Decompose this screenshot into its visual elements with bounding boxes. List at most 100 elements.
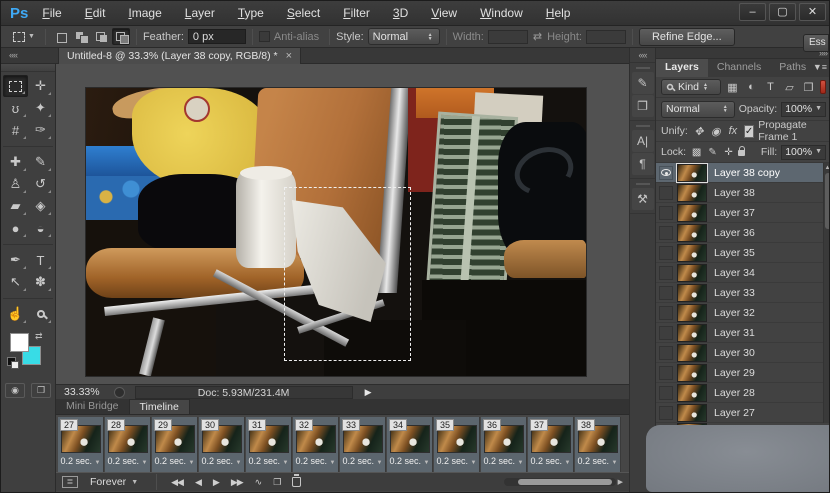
delete-frame-button[interactable] <box>292 477 301 487</box>
eraser-tool[interactable]: ▰ <box>3 195 28 217</box>
panel-menu-icon[interactable]: ▼≡ <box>813 62 827 72</box>
fill-value[interactable]: 100% ▼ <box>781 145 826 160</box>
canvas-area[interactable] <box>56 64 629 384</box>
pen-tool[interactable]: ✒ <box>3 249 28 271</box>
menu-file[interactable]: File <box>42 6 61 20</box>
visibility-toggle[interactable] <box>659 366 673 380</box>
play-button[interactable]: ▶ <box>213 477 219 488</box>
layer-row[interactable]: Layer 36 <box>656 223 830 243</box>
blend-mode-select[interactable]: Normal <box>661 101 735 118</box>
document-tab[interactable]: Untitled-8 @ 33.3% (Layer 38 copy, RGB/8… <box>58 48 301 64</box>
visibility-toggle[interactable] <box>659 286 673 300</box>
layer-row[interactable]: Layer 30 <box>656 343 830 363</box>
anti-alias-checkbox[interactable] <box>259 31 270 42</box>
default-colors-icon[interactable] <box>7 357 16 366</box>
visibility-toggle[interactable] <box>659 306 673 320</box>
layer-row[interactable]: Layer 27 <box>656 403 830 423</box>
paint-bucket-tool[interactable]: ◈ <box>28 195 53 217</box>
foreground-color-swatch[interactable] <box>10 333 29 352</box>
swap-dimensions-icon[interactable]: ⇄ <box>533 30 542 43</box>
toolbar-grip[interactable] <box>1 64 55 72</box>
layer-row[interactable]: Layer 35 <box>656 243 830 263</box>
visibility-toggle[interactable] <box>659 226 673 240</box>
status-menu-arrow-icon[interactable]: ▶ <box>365 387 372 398</box>
layer-filter-toggle[interactable] <box>820 80 826 94</box>
menu-help[interactable]: Help <box>546 6 571 20</box>
visibility-toggle[interactable] <box>659 166 673 180</box>
zoom-tool[interactable] <box>28 303 53 325</box>
layer-row[interactable]: Layer 32 <box>656 303 830 323</box>
expand-panels-icon[interactable]: «« <box>630 48 655 63</box>
dock-grip[interactable] <box>636 183 650 185</box>
path-selection-tool[interactable]: ↖ <box>3 271 28 293</box>
layer-row[interactable]: Layer 31 <box>656 323 830 343</box>
frame-duration[interactable]: 0.2 sec. ▼ <box>296 456 336 466</box>
animation-frame[interactable]: 290.2 sec. ▼ <box>152 417 198 472</box>
dock-grip[interactable] <box>636 125 650 127</box>
menu-window[interactable]: Window <box>480 6 523 20</box>
menu-layer[interactable]: Layer <box>185 6 215 20</box>
style-select[interactable]: Normal <box>368 28 440 45</box>
screen-mode-button[interactable]: ❐ <box>31 383 51 398</box>
next-frame-button[interactable]: ▶▶ <box>231 477 243 488</box>
add-to-selection-button[interactable] <box>72 28 90 45</box>
menu-image[interactable]: Image <box>128 6 161 20</box>
scrollbar-track[interactable] <box>504 478 616 486</box>
frame-duration[interactable]: 0.2 sec. ▼ <box>578 456 618 466</box>
layer-row[interactable]: Layer 29 <box>656 363 830 383</box>
animation-frame[interactable]: 380.2 sec. ▼ <box>575 417 621 472</box>
layer-row[interactable]: Layer 37 <box>656 203 830 223</box>
tab-channels[interactable]: Channels <box>708 59 770 77</box>
animation-frame[interactable]: 270.2 sec. ▼ <box>58 417 104 472</box>
visibility-toggle[interactable] <box>659 206 673 220</box>
animation-frame[interactable]: 370.2 sec. ▼ <box>528 417 574 472</box>
visibility-toggle[interactable] <box>659 386 673 400</box>
height-input[interactable] <box>586 30 626 44</box>
filter-kind-select[interactable]: Kind <box>661 79 721 95</box>
scroll-right-icon[interactable]: ▶ <box>618 478 623 486</box>
zoom-level[interactable]: 33.33% <box>64 386 100 398</box>
quick-mask-button[interactable]: ◉ <box>5 383 25 398</box>
history-brush-tool[interactable]: ↺ <box>28 173 53 195</box>
animation-frame[interactable]: 350.2 sec. ▼ <box>434 417 480 472</box>
rectangular-marquee-tool[interactable] <box>3 75 28 97</box>
layer-row[interactable]: Layer 28 <box>656 383 830 403</box>
tab-timeline[interactable]: Timeline <box>129 399 190 414</box>
brush-tool[interactable]: ✎ <box>28 151 53 173</box>
move-tool[interactable]: ✛ <box>28 75 53 97</box>
visibility-toggle[interactable] <box>659 406 673 420</box>
quick-selection-tool[interactable]: ✦ <box>28 97 53 119</box>
frame-duration[interactable]: 0.2 sec. ▼ <box>390 456 430 466</box>
previous-frame-button[interactable]: ◀ <box>195 477 201 488</box>
close-tab-icon[interactable]: × <box>286 50 292 62</box>
scrollbar-handle[interactable] <box>518 479 612 485</box>
clone-stamp-tool[interactable]: ♙ <box>3 173 28 195</box>
layer-row[interactable]: Layer 38 copy <box>656 163 830 183</box>
character-panel-icon[interactable]: A| <box>632 130 654 152</box>
tool-presets-panel-icon[interactable]: ⚒ <box>632 188 654 210</box>
visibility-toggle[interactable] <box>659 326 673 340</box>
workspace-button[interactable]: Ess <box>803 34 829 52</box>
visibility-toggle[interactable] <box>659 186 673 200</box>
first-frame-button[interactable]: ◀◀ <box>171 477 183 488</box>
menu-type[interactable]: Type <box>238 6 264 20</box>
blur-tool[interactable]: ● <box>3 217 28 239</box>
animation-frame[interactable]: 280.2 sec. ▼ <box>105 417 151 472</box>
scroll-up-icon[interactable]: ▲ <box>824 163 830 171</box>
brush-panel-icon[interactable]: ✎ <box>632 72 654 94</box>
frame-duration[interactable]: 0.2 sec. ▼ <box>249 456 289 466</box>
lasso-tool[interactable]: ʊ <box>3 97 28 119</box>
frame-duration[interactable]: 0.2 sec. ▼ <box>343 456 383 466</box>
animation-frame[interactable]: 330.2 sec. ▼ <box>340 417 386 472</box>
opacity-value[interactable]: 100% ▼ <box>781 102 826 117</box>
frame-duration[interactable]: 0.2 sec. ▼ <box>155 456 195 466</box>
loop-count-select[interactable]: Forever ▼ <box>86 476 142 488</box>
width-input[interactable] <box>488 30 528 44</box>
visibility-toggle[interactable] <box>659 346 673 360</box>
selection-marquee[interactable] <box>284 187 411 361</box>
new-selection-button[interactable] <box>52 28 70 45</box>
menu-select[interactable]: Select <box>287 6 320 20</box>
convert-to-timeline-icon[interactable]: ≣ <box>62 476 78 488</box>
layer-row[interactable]: Layer 34 <box>656 263 830 283</box>
dodge-tool[interactable]: ◒ <box>28 217 53 239</box>
